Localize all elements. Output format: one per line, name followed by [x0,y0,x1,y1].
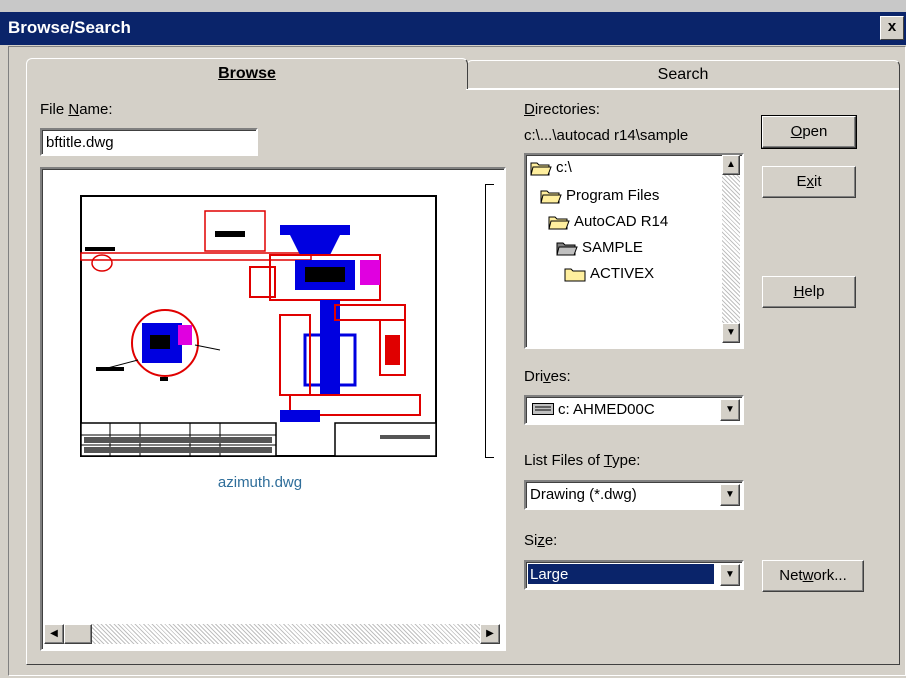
scroll-up-button[interactable]: ▲ [722,155,740,175]
file-name-input[interactable]: bftitle.dwg [40,128,258,156]
tree-item-autocad-r14[interactable]: AutoCAD R14 [548,209,668,235]
window-title: Browse/Search [8,18,131,37]
folder-open-icon [540,190,562,204]
tab-search-label: Search [657,66,709,83]
arrow-down-icon: ▼ [726,327,736,338]
drawing-thumbnail[interactable] [80,195,440,459]
arrow-up-icon: ▲ [726,159,736,170]
size-value: Large [530,566,569,583]
directory-vertical-scrollbar[interactable] [722,155,740,343]
scroll-thumb[interactable] [64,624,92,644]
title-bar: Browse/Search [0,12,906,45]
scroll-right-button[interactable]: ▶ [480,624,500,644]
drive-icon [532,403,554,415]
tab-search[interactable]: Search [466,60,900,90]
chevron-down-icon: ▼ [725,404,735,415]
close-icon: x [887,18,897,35]
network-button[interactable]: Network... [762,560,864,592]
drives-value: c: AHMED00C [558,401,655,418]
tree-item-c-drive[interactable]: c:\ [530,155,572,181]
chevron-down-icon: ▼ [725,489,735,500]
drives-dropdown-button[interactable]: ▼ [720,399,740,421]
current-path: c:\...\autocad r14\sample [524,127,689,144]
list-type-select[interactable]: Drawing (*.dwg) ▼ [524,480,744,510]
tab-browse[interactable]: Browse [26,58,468,89]
arrow-right-icon: ▶ [486,628,494,639]
preview-bracket [485,184,494,458]
tree-item-activex[interactable]: ACTIVEX [564,261,654,287]
file-name-label: File Name: [40,101,113,118]
folder-open-icon [548,216,570,230]
exit-button[interactable]: Exit [762,166,856,198]
list-type-value: Drawing (*.dwg) [530,486,637,503]
tree-item-program-files[interactable]: Program Files [540,183,659,209]
folder-open-selected-icon [556,242,578,256]
tab-browse-label: Browse [218,65,276,82]
list-type-label: List Files of Type: [524,452,641,469]
folder-closed-icon [564,268,586,282]
scroll-left-button[interactable]: ◀ [44,624,64,644]
drives-select[interactable]: c: AHMED00C ▼ [524,395,744,425]
scroll-down-button[interactable]: ▼ [722,323,740,343]
chevron-down-icon: ▼ [725,569,735,580]
size-label: Size: [524,532,558,549]
list-type-dropdown-button[interactable]: ▼ [720,484,740,506]
size-select[interactable]: Large ▼ [524,560,744,590]
close-button[interactable]: x [880,16,904,40]
file-name-value: bftitle.dwg [46,134,114,151]
directory-tree[interactable]: ▲ ▼ c:\ Program Files AutoCAD R14 SAMPLE… [524,153,744,349]
drives-label: Drives: [524,368,571,385]
open-button[interactable]: Open [761,115,857,149]
tree-item-sample[interactable]: SAMPLE [556,235,643,261]
folder-open-icon [530,162,552,176]
directories-label: Directories: [524,101,600,118]
preview-caption: azimuth.dwg [217,474,303,491]
size-dropdown-button[interactable]: ▼ [720,564,740,586]
arrow-left-icon: ◀ [50,628,58,639]
preview-horizontal-scrollbar[interactable] [44,624,500,644]
help-button[interactable]: Help [762,276,856,308]
